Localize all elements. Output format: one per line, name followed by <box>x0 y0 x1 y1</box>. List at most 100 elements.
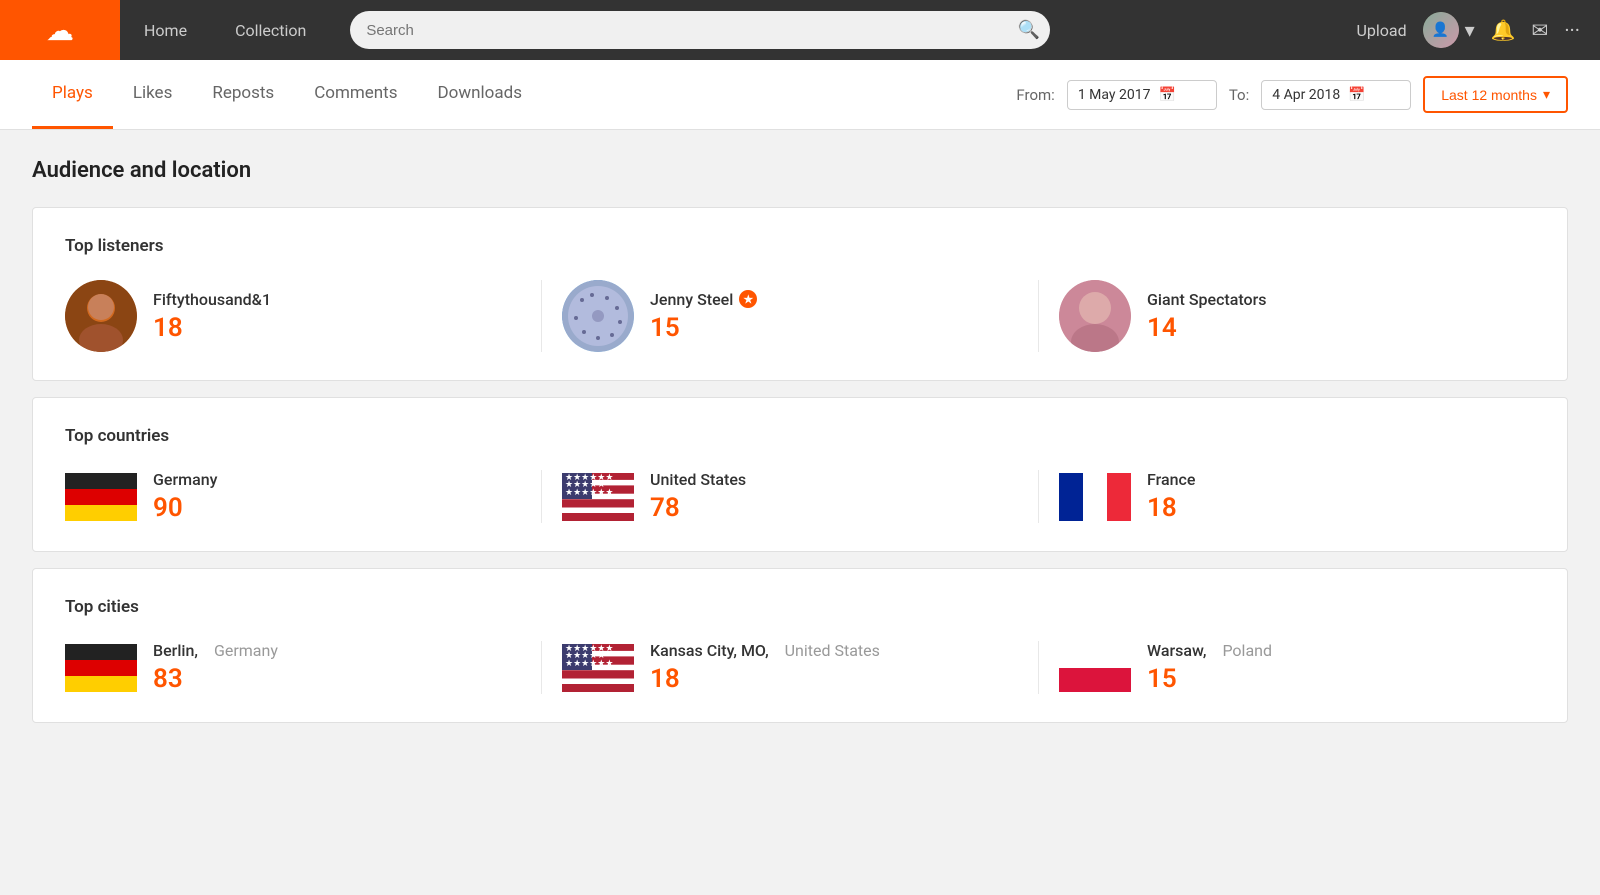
france-flag-svg <box>1059 473 1131 521</box>
flag-kansascity: ★★★★★★ ★★★★★ ★★★★★★ <box>562 643 634 693</box>
to-date-picker[interactable]: 4 Apr 2018 📅 <box>1261 80 1411 110</box>
stats-tabs: Plays Likes Reposts Comments Downloads <box>32 60 542 129</box>
listener-avatar-1 <box>65 280 137 352</box>
pro-badge-icon: ★ <box>739 290 757 308</box>
listener-count-1: 18 <box>153 313 271 343</box>
user-avatar-container[interactable]: 👤 ▾ <box>1423 12 1475 48</box>
top-cities-card: Top cities Berlin, Germany 83 <box>32 568 1568 723</box>
to-calendar-icon: 📅 <box>1348 87 1365 103</box>
logo[interactable]: ☁ <box>0 0 120 60</box>
nav-right-section: Upload 👤 ▾ 🔔 ✉ ··· <box>1356 12 1580 48</box>
upload-link[interactable]: Upload <box>1356 21 1406 40</box>
country-count-2: 78 <box>650 493 746 523</box>
country-count-3: 18 <box>1147 493 1195 523</box>
listener-info-1: Fiftythousand&1 18 <box>153 290 271 343</box>
tab-plays[interactable]: Plays <box>32 60 113 129</box>
from-date-picker[interactable]: 1 May 2017 📅 <box>1067 80 1217 110</box>
listener-avatar-image-3 <box>1059 280 1131 352</box>
user-avatar: 👤 <box>1423 12 1459 48</box>
listener-avatar-image-1 <box>65 280 137 352</box>
country-name-2: United States <box>650 470 746 489</box>
search-bar-container: 🔍 <box>350 11 1336 49</box>
country-item-1[interactable]: Germany 90 <box>65 470 542 523</box>
country-count-1: 90 <box>153 493 217 523</box>
sub-navigation: Plays Likes Reposts Comments Downloads F… <box>0 60 1600 130</box>
top-countries-card: Top countries Germany 90 <box>32 397 1568 552</box>
tab-likes[interactable]: Likes <box>113 60 193 129</box>
country-info-1: Germany 90 <box>153 470 217 523</box>
messages-icon[interactable]: ✉ <box>1532 18 1549 42</box>
listener-count-2: 15 <box>650 313 757 343</box>
top-cities-row: Berlin, Germany 83 <box>65 641 1535 694</box>
last-12-months-button[interactable]: Last 12 months ▾ <box>1423 76 1568 113</box>
city-count-3: 15 <box>1147 664 1272 694</box>
us-flag-svg: ★★★★★★ ★★★★★ ★★★★★★ <box>562 473 634 521</box>
listener-info-2: Jenny Steel ★ 15 <box>650 290 757 343</box>
city-info-1: Berlin, Germany 83 <box>153 641 278 694</box>
collection-nav-link[interactable]: Collection <box>211 0 330 60</box>
date-controls: From: 1 May 2017 📅 To: 4 Apr 2018 📅 Last… <box>1016 76 1568 113</box>
country-info-2: United States 78 <box>650 470 746 523</box>
city-name-2: Kansas City, MO, United States <box>650 641 880 660</box>
top-navigation: ☁ Home Collection 🔍 Upload 👤 ▾ 🔔 ✉ ··· <box>0 0 1600 60</box>
country-item-2[interactable]: ★★★★★★ ★★★★★ ★★★★★★ United States 78 <box>562 470 1039 523</box>
main-content: Audience and location Top listeners Fift… <box>0 130 1600 767</box>
to-date-value: 4 Apr 2018 <box>1272 87 1340 103</box>
flag-warsaw <box>1059 643 1131 693</box>
listener-name-2: Jenny Steel ★ <box>650 290 757 309</box>
top-listeners-row: Fiftythousand&1 18 <box>65 280 1535 352</box>
avatar-chevron-icon: ▾ <box>1465 18 1475 42</box>
city-name-3: Warsaw, Poland <box>1147 641 1272 660</box>
city-count-1: 83 <box>153 664 278 694</box>
listener-name-1: Fiftythousand&1 <box>153 290 271 309</box>
tab-downloads[interactable]: Downloads <box>418 60 542 129</box>
city-item-1[interactable]: Berlin, Germany 83 <box>65 641 542 694</box>
listener-item-1[interactable]: Fiftythousand&1 18 <box>65 280 542 352</box>
city-info-3: Warsaw, Poland 15 <box>1147 641 1272 694</box>
search-input[interactable] <box>350 11 1050 49</box>
city-count-2: 18 <box>650 664 880 694</box>
last-months-label: Last 12 months <box>1441 87 1537 103</box>
top-listeners-title: Top listeners <box>65 236 1535 256</box>
home-nav-link[interactable]: Home <box>120 0 211 60</box>
search-button[interactable]: 🔍 <box>1018 20 1040 41</box>
from-calendar-icon: 📅 <box>1158 87 1175 103</box>
kc-flag-svg: ★★★★★★ ★★★★★ ★★★★★★ <box>562 644 634 692</box>
listener-item-3[interactable]: Giant Spectators 14 <box>1059 280 1535 352</box>
city-info-2: Kansas City, MO, United States 18 <box>650 641 880 694</box>
more-options-icon[interactable]: ··· <box>1564 18 1580 42</box>
notifications-icon[interactable]: 🔔 <box>1491 18 1516 42</box>
city-name-1: Berlin, Germany <box>153 641 278 660</box>
nav-links: Home Collection <box>120 0 330 60</box>
last-months-chevron-icon: ▾ <box>1543 86 1550 103</box>
berlin-flag-svg <box>65 644 137 692</box>
tab-comments[interactable]: Comments <box>294 60 417 129</box>
top-countries-row: Germany 90 ★★★★★★ <box>65 470 1535 523</box>
top-countries-title: Top countries <box>65 426 1535 446</box>
listener-name-3: Giant Spectators <box>1147 290 1266 309</box>
poland-flag-svg <box>1059 644 1131 692</box>
listener-info-3: Giant Spectators 14 <box>1147 290 1266 343</box>
tab-reposts[interactable]: Reposts <box>192 60 294 129</box>
listener-count-3: 14 <box>1147 313 1266 343</box>
svg-text:★★★★★★: ★★★★★★ <box>565 644 613 654</box>
flag-us: ★★★★★★ ★★★★★ ★★★★★★ <box>562 472 634 522</box>
listener-avatar-2 <box>562 280 634 352</box>
top-cities-title: Top cities <box>65 597 1535 617</box>
top-listeners-card: Top listeners Fiftythousand&1 18 <box>32 207 1568 381</box>
soundcloud-logo-icon: ☁ <box>46 14 74 47</box>
city-item-2[interactable]: ★★★★★★ ★★★★★ ★★★★★★ Kansas City, MO, Uni… <box>562 641 1039 694</box>
flag-germany <box>65 472 137 522</box>
to-label: To: <box>1229 86 1249 104</box>
avatar-image: 👤 <box>1423 12 1459 48</box>
from-label: From: <box>1016 86 1054 104</box>
flag-france <box>1059 472 1131 522</box>
country-item-3[interactable]: France 18 <box>1059 470 1535 523</box>
from-date-value: 1 May 2017 <box>1078 87 1151 103</box>
listener-avatar-image-2 <box>562 280 634 352</box>
country-info-3: France 18 <box>1147 470 1195 523</box>
audience-section-title: Audience and location <box>32 158 1568 183</box>
city-item-3[interactable]: Warsaw, Poland 15 <box>1059 641 1535 694</box>
germany-flag-svg <box>65 473 137 521</box>
listener-item-2[interactable]: Jenny Steel ★ 15 <box>562 280 1039 352</box>
